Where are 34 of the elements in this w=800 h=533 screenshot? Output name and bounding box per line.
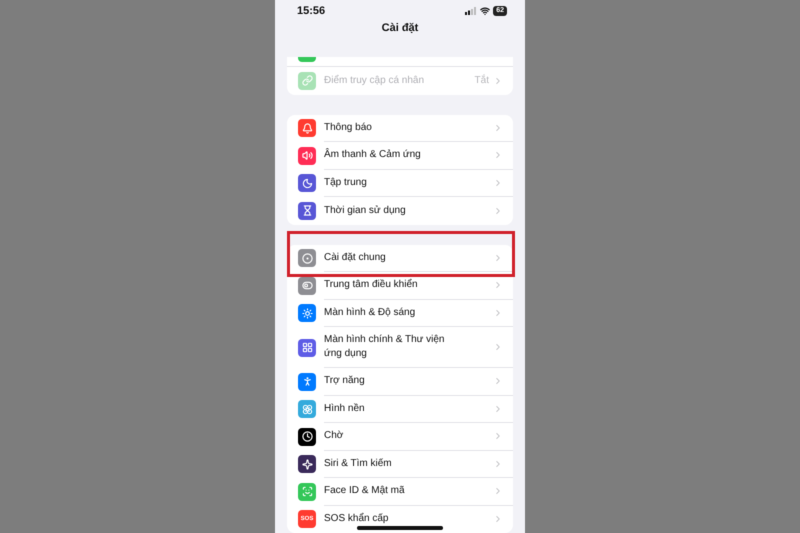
settings-row[interactable]: Hình nền <box>287 396 513 423</box>
row-label: Cài đặt chung <box>324 250 387 265</box>
settings-row[interactable]: Màn hình & Độ sáng <box>287 300 513 327</box>
page-title: Cài đặt <box>382 21 418 36</box>
row-label: Chờ <box>324 429 344 444</box>
row-value: Tắt <box>474 73 489 88</box>
row-label: Siri & Tìm kiếm <box>324 456 393 471</box>
row-label: Trung tâm điều khiển <box>324 278 419 292</box>
settings-row[interactable]: Âm thanh & Cảm ứng <box>287 142 513 170</box>
settings-row[interactable]: Cài đặt chung <box>287 244 513 272</box>
status-time: 15:56 <box>297 4 326 19</box>
wifi-icon <box>480 6 490 16</box>
row-label: Face ID & Mật mã <box>324 484 406 498</box>
row-label: Tập trung <box>324 176 368 190</box>
settings-row[interactable]: Trợ năng <box>287 368 513 396</box>
row-label: Trợ năng <box>324 374 366 388</box>
signal-icon <box>465 7 478 16</box>
row-label: Thông báo <box>324 120 373 135</box>
row-label: SOS khẩn cấp <box>324 512 390 526</box>
settings-row[interactable]: Chờ <box>287 423 513 450</box>
settings-row[interactable]: Thông báo <box>287 114 513 142</box>
settings-row[interactable]: Tập trung <box>287 170 513 197</box>
row-label: Màn hình chính & Thư viện ứng dụng <box>324 333 446 361</box>
settings-row[interactable]: Trung tâm điều khiển <box>287 272 513 300</box>
app-icon <box>298 57 316 62</box>
settings-row[interactable]: Face ID & Mật mã <box>287 478 513 506</box>
row-label: Thời gian sử dụng <box>324 204 407 218</box>
settings-row[interactable]: Màn hình chính & Thư viện ứng dụng <box>287 327 513 368</box>
row-label: Âm thanh & Cảm ứng <box>324 148 422 162</box>
row-label: Màn hình & Độ sáng <box>324 306 416 320</box>
row-label: Hình nền <box>324 402 366 416</box>
settings-row[interactable]: Thời gian sử dụng <box>287 197 513 224</box>
row-label: Điểm truy cập cá nhân <box>324 74 426 88</box>
settings-row[interactable]: Siri & Tìm kiếm <box>287 450 513 478</box>
